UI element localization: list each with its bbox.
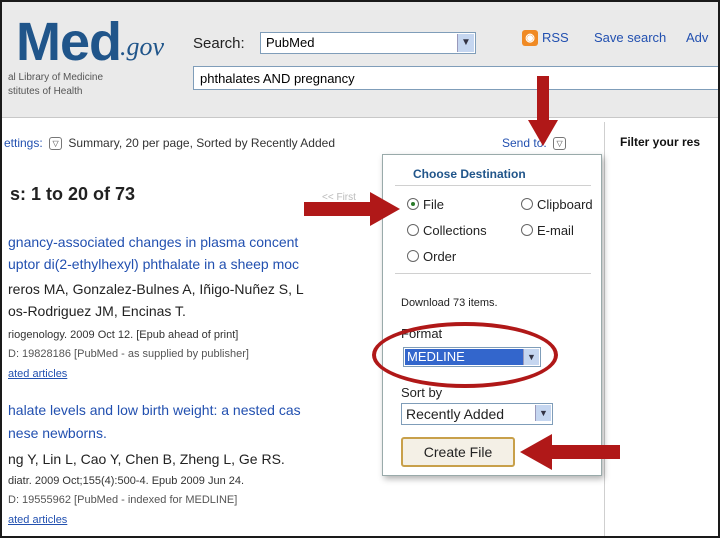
- option-label: File: [423, 197, 444, 212]
- sort-by-label: Sort by: [401, 385, 443, 400]
- option-label: Collections: [423, 223, 487, 238]
- destination-order-radio[interactable]: Order: [407, 249, 456, 264]
- search-input[interactable]: phthalates AND pregnancy: [193, 66, 718, 90]
- destination-email-radio[interactable]: E-mail: [521, 223, 574, 238]
- filter-heading: Filter your res: [620, 135, 701, 149]
- result-title[interactable]: nese newborns.: [8, 425, 107, 441]
- annotation-arrow-right-icon: [304, 192, 400, 226]
- destination-file-radio[interactable]: File: [407, 197, 444, 212]
- annotation-arrow-down-icon: [528, 76, 558, 146]
- display-settings-summary: Summary, 20 per page, Sorted by Recently…: [68, 136, 335, 150]
- save-search-link[interactable]: Save search: [594, 30, 666, 45]
- send-to-popup: Choose Destination File Clipboard Collec…: [382, 154, 602, 476]
- rss-link[interactable]: RSS: [542, 30, 569, 45]
- radio-icon[interactable]: [407, 224, 419, 236]
- popup-title: Choose Destination: [413, 167, 526, 181]
- result-title[interactable]: uptor di(2-ethylhexyl) phthalate in a sh…: [8, 256, 299, 272]
- result-authors: reros MA, Gonzalez-Bulnes A, Iñigo-Nuñez…: [8, 281, 304, 297]
- option-label: E-mail: [537, 223, 574, 238]
- annotation-arrow-left-icon: [520, 434, 620, 470]
- result-source: diatr. 2009 Oct;155(4):500-4. Epub 2009 …: [8, 475, 245, 487]
- divider: [395, 273, 591, 274]
- chevron-down-icon[interactable]: ▼: [535, 405, 551, 421]
- result-pmid: D: 19555962 [PubMed - indexed for MEDLIN…: [8, 494, 238, 506]
- database-value: PubMed: [266, 35, 315, 50]
- chevron-down-icon[interactable]: ▼: [457, 34, 474, 52]
- radio-icon[interactable]: [521, 224, 533, 236]
- rss-icon[interactable]: ◉: [522, 30, 538, 46]
- result-title[interactable]: gnancy-associated changes in plasma conc…: [8, 234, 298, 250]
- sort-select[interactable]: Recently Added ▼: [401, 403, 553, 425]
- radio-icon[interactable]: [407, 250, 419, 262]
- related-articles-link[interactable]: ated articles: [8, 368, 67, 380]
- result-authors: ng Y, Lin L, Cao Y, Chen B, Zheng L, Ge …: [8, 451, 285, 467]
- annotation-ellipse: [372, 322, 558, 388]
- logo-text[interactable]: Med: [16, 14, 122, 70]
- advanced-search-link[interactable]: Adv: [686, 30, 708, 45]
- create-file-button[interactable]: Create File: [401, 437, 515, 467]
- results-count-heading: s: 1 to 20 of 73: [10, 184, 136, 204]
- screenshot-frame: Med .gov al Library of Medicine stitutes…: [0, 0, 720, 538]
- radio-icon[interactable]: [521, 198, 533, 210]
- radio-selected-icon[interactable]: [407, 198, 419, 210]
- destination-collections-radio[interactable]: Collections: [407, 223, 487, 238]
- display-settings-link[interactable]: ettings:: [4, 136, 43, 150]
- column-divider: [604, 122, 605, 536]
- search-label: Search:: [193, 35, 245, 52]
- option-label: Order: [423, 249, 457, 264]
- logo-suffix: .gov: [120, 32, 165, 61]
- logo-subtitle-2: stitutes of Health: [8, 86, 83, 97]
- database-select[interactable]: PubMed ▼: [260, 32, 476, 54]
- download-count: Download 73 items.: [401, 297, 498, 309]
- logo-subtitle-1: al Library of Medicine: [8, 72, 104, 83]
- result-title[interactable]: halate levels and low birth weight: a ne…: [8, 402, 301, 418]
- result-source: riogenology. 2009 Oct 12. [Epub ahead of…: [8, 329, 239, 341]
- sort-value: Recently Added: [406, 406, 505, 422]
- result-authors: os-Rodriguez JM, Encinas T.: [8, 303, 186, 319]
- related-articles-link[interactable]: ated articles: [8, 514, 67, 526]
- destination-clipboard-radio[interactable]: Clipboard: [521, 197, 593, 212]
- header-bar: Med .gov al Library of Medicine stitutes…: [2, 2, 718, 118]
- display-settings: ettings: ▽ Summary, 20 per page, Sorted …: [4, 136, 335, 151]
- result-pmid: D: 19828186 [PubMed - as supplied by pub…: [8, 348, 249, 360]
- chevron-down-icon[interactable]: ▽: [49, 137, 63, 151]
- divider: [395, 185, 591, 186]
- option-label: Clipboard: [537, 197, 593, 212]
